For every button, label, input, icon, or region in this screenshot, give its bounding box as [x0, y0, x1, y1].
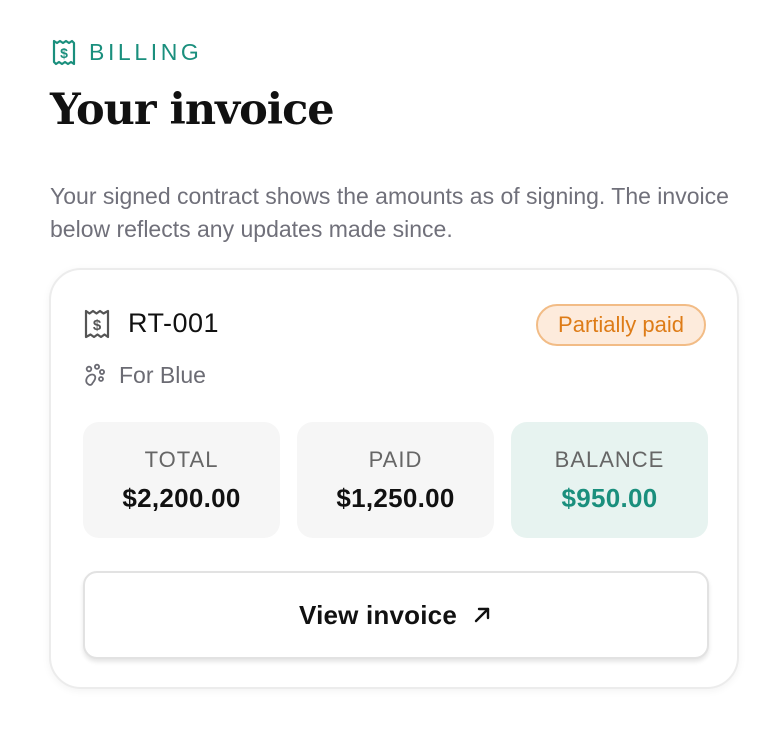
total-label: TOTAL — [144, 447, 219, 472]
section-eyebrow: $ BILLING — [51, 38, 202, 66]
paw-icon — [83, 363, 107, 387]
paid-label: PAID — [368, 447, 423, 472]
svg-text:$: $ — [93, 317, 102, 334]
paid-stat: PAID $1,250.00 — [297, 422, 494, 538]
paid-value: $1,250.00 — [336, 483, 455, 513]
invoice-number: RT-001 — [128, 308, 220, 338]
receipt-icon: $ — [84, 309, 110, 339]
status-badge: Partially paid — [536, 304, 706, 346]
page-title: Your invoice — [50, 85, 335, 135]
total-stat: TOTAL $2,200.00 — [83, 422, 280, 538]
invoice-stats: TOTAL $2,200.00 PAID $1,250.00 BALANCE $… — [83, 422, 708, 538]
balance-label: BALANCE — [554, 447, 665, 472]
client-row: For Blue — [83, 358, 206, 392]
svg-text:$: $ — [60, 45, 68, 61]
invoice-card: $ RT-001 Partially paid For Blue TOTAL $… — [49, 268, 739, 689]
total-value: $2,200.00 — [122, 483, 241, 513]
view-invoice-label: View invoice — [299, 599, 457, 630]
client-name: For Blue — [119, 362, 206, 388]
invoice-header: $ RT-001 — [84, 308, 219, 339]
receipt-icon: $ — [51, 38, 77, 66]
balance-value: $950.00 — [561, 483, 658, 513]
page-description: Your signed contract shows the amounts a… — [50, 183, 729, 242]
balance-stat: BALANCE $950.00 — [511, 422, 708, 538]
arrow-up-right-icon — [473, 605, 493, 625]
eyebrow-label: BILLING — [89, 39, 203, 65]
view-invoice-button[interactable]: View invoice — [83, 571, 709, 659]
